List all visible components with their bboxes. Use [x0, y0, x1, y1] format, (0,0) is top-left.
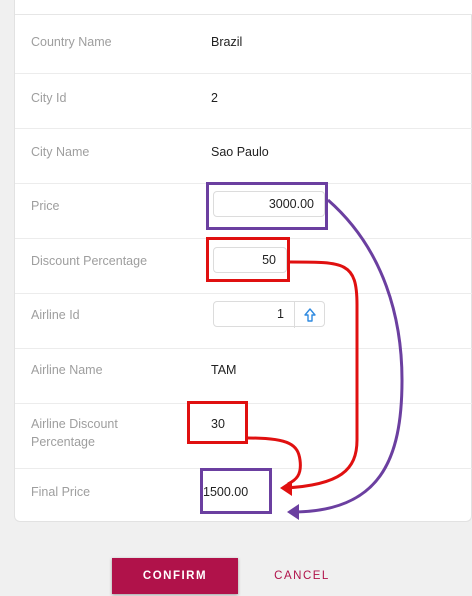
city-id-value: 2 — [211, 91, 218, 105]
country-name-value: Brazil — [211, 35, 243, 49]
price-input[interactable]: 3000.00 — [213, 191, 325, 217]
discount-percentage-input[interactable]: 50 — [213, 247, 287, 273]
airline-discount-percentage-label-line1: Airline Discount — [31, 417, 118, 431]
city-name-label: City Name — [31, 145, 90, 159]
discount-percentage-input-value: 50 — [262, 253, 276, 267]
country-name-label: Country Name — [31, 35, 112, 49]
details-card: Country Name Brazil City Id 2 City Name … — [14, 0, 472, 522]
airline-id-input[interactable]: 1 — [213, 301, 325, 328]
price-label: Price — [31, 199, 60, 213]
airline-id-stepper[interactable] — [294, 302, 324, 328]
row-airline-discount-percentage: Airline Discount Percentage 30 — [15, 404, 472, 469]
discount-percentage-label: Discount Percentage — [31, 254, 148, 268]
confirm-button[interactable]: CONFIRM — [112, 558, 238, 594]
airline-id-label: Airline Id — [31, 308, 80, 322]
row-airline-name: Airline Name TAM — [15, 349, 472, 404]
row-discount-percentage: Discount Percentage 50 — [15, 239, 472, 294]
row-country-name: Country Name Brazil — [15, 15, 472, 74]
city-name-value: Sao Paulo — [211, 145, 269, 159]
airline-discount-percentage-label-line2: Percentage — [31, 435, 95, 449]
row-city-id: City Id 2 — [15, 74, 472, 129]
airline-id-input-value: 1 — [277, 307, 284, 321]
row-final-price: Final Price 1500.00 — [15, 469, 472, 521]
arrow-up-icon — [303, 308, 316, 322]
final-price-label: Final Price — [31, 485, 91, 499]
page: Country Name Brazil City Id 2 City Name … — [0, 0, 472, 596]
row-price: Price 3000.00 — [15, 184, 472, 239]
cancel-button[interactable]: CANCEL — [262, 558, 342, 594]
airline-discount-percentage-value: 30 — [211, 417, 225, 431]
airline-name-value: TAM — [211, 363, 237, 377]
row-airline-id: Airline Id 1 — [15, 294, 472, 349]
airline-name-label: Airline Name — [31, 363, 103, 377]
city-id-label: City Id — [31, 91, 67, 105]
final-price-value: 1500.00 — [203, 485, 249, 499]
card-top-strip — [15, 0, 472, 15]
row-city-name: City Name Sao Paulo — [15, 129, 472, 184]
price-input-value: 3000.00 — [268, 197, 314, 211]
